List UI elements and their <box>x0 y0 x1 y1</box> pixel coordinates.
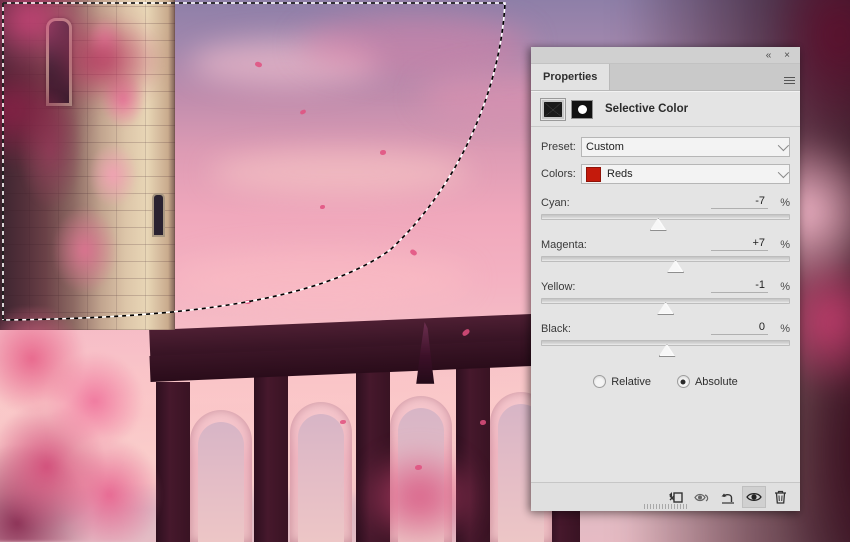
slider-unit: % <box>780 281 790 293</box>
toggle-visibility-icon[interactable] <box>742 486 766 508</box>
slider-label: Black: <box>541 323 571 335</box>
colors-row: Colors: Reds <box>541 164 790 184</box>
panel-spacer <box>531 388 800 482</box>
petal <box>340 420 346 424</box>
tab-properties[interactable]: Properties <box>531 64 611 90</box>
petal <box>320 205 325 209</box>
preset-dropdown[interactable]: Custom <box>581 137 790 157</box>
ivy-cluster <box>40 190 130 310</box>
petal <box>245 300 251 304</box>
panel-resize-grip[interactable] <box>643 504 688 509</box>
chevron-down-icon <box>777 139 790 152</box>
trash-glyph <box>774 490 786 504</box>
panel-body: Selective Color Preset: Custom Colors: R… <box>531 91 800 511</box>
clip-to-layer-glyph <box>668 491 683 503</box>
slider-value-input[interactable]: -1 <box>711 279 768 293</box>
slider-header: Black: 0% <box>541 317 790 335</box>
adjustment-header: Selective Color <box>531 92 800 127</box>
slider-magenta: Magenta: +7% <box>541 233 790 273</box>
slider-track[interactable] <box>541 256 790 262</box>
properties-panel[interactable]: « × Properties Selective Color Preset: C… <box>531 47 800 511</box>
hamburger-menu-icon[interactable] <box>778 64 800 90</box>
view-previous-state-icon[interactable] <box>690 486 714 508</box>
tower-window-small <box>152 193 165 237</box>
cloud <box>210 150 470 194</box>
colors-dropdown[interactable]: Reds <box>581 164 790 184</box>
slider-track[interactable] <box>541 340 790 346</box>
gradient-thumb-icon <box>544 101 562 117</box>
slider-unit: % <box>780 323 790 335</box>
slider-label: Magenta: <box>541 239 587 251</box>
preset-label: Preset: <box>541 141 576 153</box>
radio-relative-label: Relative <box>611 375 651 388</box>
panel-tab-row: Properties <box>531 64 800 91</box>
slider-header: Yellow: -1% <box>541 275 790 293</box>
petal <box>380 150 386 155</box>
panel-titlebar: « × <box>531 47 800 64</box>
colors-value: Reds <box>607 168 633 180</box>
preset-value: Custom <box>586 141 624 153</box>
slider-cyan: Cyan: -7% <box>541 191 790 231</box>
slider-black: Black: 0% <box>541 317 790 357</box>
close-icon[interactable]: × <box>781 50 793 61</box>
slider-value-input[interactable]: 0 <box>711 321 768 335</box>
chevron-down-icon <box>777 166 790 179</box>
slider-track-wrap[interactable] <box>541 255 790 273</box>
delete-icon[interactable] <box>768 486 792 508</box>
radio-relative[interactable]: Relative <box>593 375 651 388</box>
slider-header: Magenta: +7% <box>541 233 790 251</box>
adjustment-title: Selective Color <box>605 103 689 115</box>
radio-absolute-dot <box>676 375 690 388</box>
colors-label: Colors: <box>541 168 576 180</box>
adjustment-layer-thumbnail[interactable] <box>540 97 566 121</box>
petal <box>480 420 486 425</box>
photoshop-workspace: « × Properties Selective Color Preset: C… <box>0 0 850 542</box>
slider-header: Cyan: -7% <box>541 191 790 209</box>
radio-absolute-label: Absolute <box>694 375 738 388</box>
mask-ellipse-icon <box>577 104 587 114</box>
eye-glyph <box>746 492 762 502</box>
cloud <box>170 250 470 308</box>
slider-unit: % <box>780 197 790 209</box>
slider-track-wrap[interactable] <box>541 297 790 315</box>
foreground-blur-bottom <box>330 422 510 542</box>
slider-track-wrap[interactable] <box>541 213 790 231</box>
cloud <box>300 15 530 75</box>
radio-relative-dot <box>593 375 607 388</box>
viaduct-arch-inner <box>198 422 244 542</box>
slider-label: Cyan: <box>541 197 570 209</box>
radio-absolute[interactable]: Absolute <box>676 375 738 388</box>
color-swatch <box>586 166 601 182</box>
slider-track[interactable] <box>541 214 790 220</box>
slider-group: Cyan: -7% Magenta: +7% Yellow: -1% Black: 0% <box>541 191 790 357</box>
petal <box>415 465 422 470</box>
slider-unit: % <box>780 239 790 251</box>
tab-row-filler <box>610 64 778 90</box>
reset-icon[interactable] <box>716 486 740 508</box>
slider-yellow: Yellow: -1% <box>541 275 790 315</box>
slider-track-wrap[interactable] <box>541 339 790 357</box>
slider-value-input[interactable]: -7 <box>711 195 768 209</box>
slider-label: Yellow: <box>541 281 576 293</box>
eye-previous-glyph <box>694 493 709 502</box>
layer-mask-thumbnail[interactable] <box>571 99 593 119</box>
foreground-bush <box>0 307 165 542</box>
method-radio-group: Relative Absolute <box>541 375 790 388</box>
viaduct-pier <box>254 374 288 542</box>
slider-value-input[interactable]: +7 <box>711 237 768 251</box>
selective-color-controls: Preset: Custom Colors: Reds Cyan: -7% Mage… <box>531 127 800 388</box>
collapse-icon[interactable]: « <box>762 50 774 61</box>
preset-row: Preset: Custom <box>541 137 790 157</box>
reset-arrow-glyph <box>721 493 734 504</box>
foreground-blur-left <box>0 0 190 170</box>
